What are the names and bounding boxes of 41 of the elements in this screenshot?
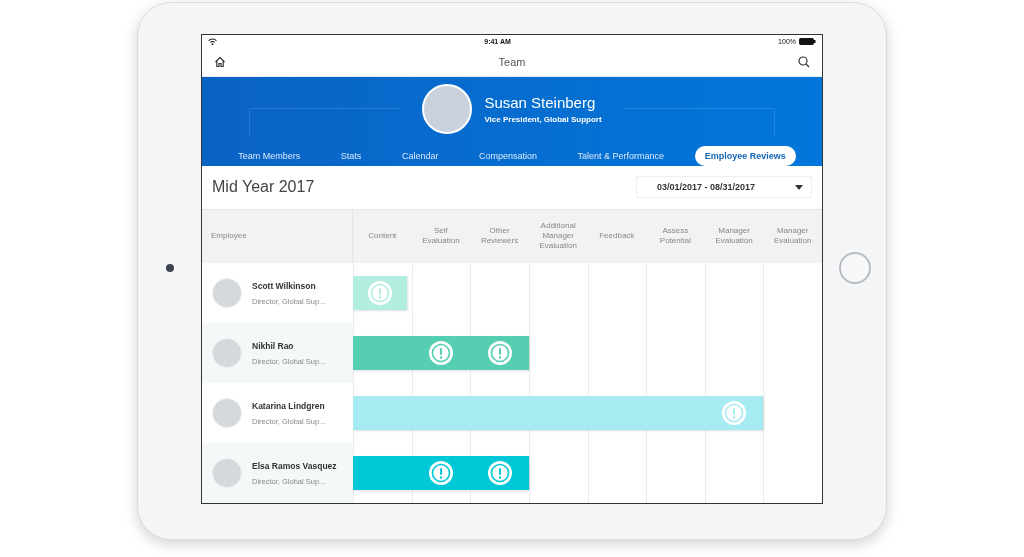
profile-name: Susan Steinberg <box>484 93 597 111</box>
column-header: Manager Evaluation <box>714 226 754 247</box>
column-header: Content <box>367 231 398 242</box>
screen-title: Team <box>498 55 526 68</box>
home-icon[interactable] <box>214 55 226 68</box>
column-header: Employee <box>211 231 247 242</box>
period-title: Mid Year 2017 <box>212 178 315 197</box>
column-header: Manager Evaluation <box>773 226 813 247</box>
search-icon[interactable] <box>798 55 810 68</box>
tab[interactable]: Compensation <box>468 145 547 166</box>
tab[interactable]: Stats <box>330 145 372 166</box>
column-header: Other Reviewers <box>479 226 520 247</box>
caret-icon <box>795 184 803 190</box>
alert-icon[interactable] <box>367 281 392 305</box>
column-header: Feedback <box>598 231 636 242</box>
column-header: Self Evaluation <box>421 226 461 247</box>
tab[interactable]: Team Members <box>228 145 311 166</box>
alert-icon[interactable] <box>487 461 512 485</box>
tab[interactable]: Calendar <box>391 145 449 166</box>
alert-icon[interactable] <box>428 341 453 365</box>
home-button[interactable] <box>838 252 871 284</box>
employee-name[interactable]: Elsa Ramos Vasquez <box>252 460 337 471</box>
employee-name[interactable]: Scott Wilkinson <box>252 280 326 291</box>
date-range-dropdown[interactable]: 03/01/2017 - 08/31/2017 <box>636 176 812 199</box>
avatar <box>212 278 242 308</box>
column-header: Additional Manager Evaluation <box>538 221 578 252</box>
camera-icon <box>165 264 174 272</box>
alert-icon[interactable] <box>487 341 512 365</box>
tab[interactable]: Talent & Performance <box>567 145 675 166</box>
avatar <box>212 398 242 428</box>
alert-icon[interactable] <box>722 401 747 425</box>
battery-icon <box>799 37 816 45</box>
profile-title: Vice President, Global Support <box>484 114 602 124</box>
wifi-icon <box>208 37 217 45</box>
employee-name[interactable]: Katarina Lindgren <box>252 400 326 411</box>
alert-icon[interactable] <box>428 461 453 485</box>
tab[interactable]: Employee Reviews <box>694 145 796 166</box>
avatar <box>212 338 242 368</box>
avatar <box>212 458 242 488</box>
employee-name[interactable]: Nikhil Rao <box>252 340 326 351</box>
column-header: Assess Potential <box>658 226 692 247</box>
